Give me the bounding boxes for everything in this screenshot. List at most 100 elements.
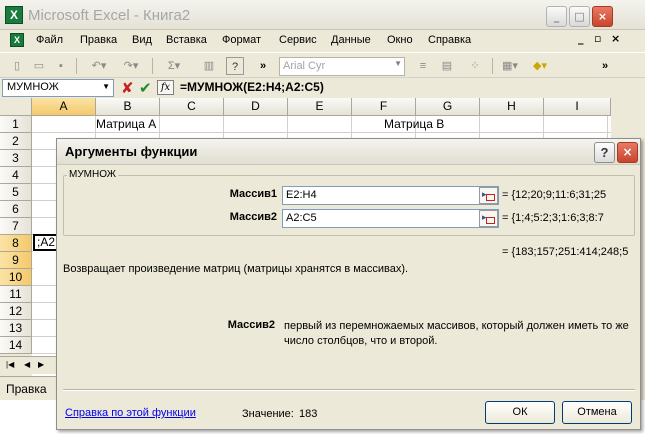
undo-icon[interactable]: ↶▾ [86, 57, 112, 75]
save-icon[interactable]: ▪ [52, 57, 70, 75]
excel-icon: X [5, 6, 23, 24]
workbook-icon[interactable]: X [10, 33, 24, 47]
ok-button[interactable]: ОК [485, 401, 555, 424]
row-header[interactable]: 8 [0, 235, 32, 252]
menu-format[interactable]: Формат [222, 34, 261, 46]
row-header[interactable]: 6 [0, 201, 32, 218]
menu-bar: X Файл Правка Вид Вставка Формат Сервис … [0, 30, 645, 52]
font-name-value: Arial Cyr [283, 60, 326, 72]
menu-window[interactable]: Окно [387, 34, 413, 46]
row-header[interactable]: 3 [0, 150, 32, 167]
dialog-help-button[interactable]: ? [594, 142, 615, 163]
standard-toolbar: ▯ ▭ ▪ ↶▾ ↷▾ Σ▾ ▥ ? » Arial Cyr ▼ ≡ ▤ ⁘ ▦… [0, 52, 645, 78]
redo-icon[interactable]: ↷▾ [118, 57, 144, 75]
value-number: 183 [299, 408, 318, 420]
dialog-title: Аргументы функции [65, 144, 198, 159]
fill-color-icon[interactable]: ◆▾ [528, 57, 552, 75]
toolbar-separator [492, 58, 493, 74]
next-sheet-icon[interactable]: ▶ [38, 360, 44, 369]
dialog-close-button[interactable]: × [617, 142, 638, 163]
column-header[interactable]: G [416, 98, 480, 116]
column-header[interactable]: H [480, 98, 544, 116]
column-header[interactable]: I [544, 98, 611, 116]
select-all-corner[interactable] [0, 98, 32, 116]
formula-input[interactable]: =МУМНОЖ(E2:H4;A2:C5) [180, 80, 324, 94]
arg2-input[interactable]: A2:C5 [282, 209, 499, 228]
menu-insert[interactable]: Вставка [166, 34, 207, 46]
column-headers: A B C D E F G H I [0, 98, 611, 116]
enter-icon[interactable]: ✔ [139, 79, 152, 97]
function-description: Возвращает произведение матриц (матрицы … [63, 263, 409, 275]
merge-icon[interactable]: ▤ [438, 57, 456, 75]
column-header[interactable]: F [352, 98, 416, 116]
collapse-dialog-button-2[interactable]: ▸ [479, 210, 498, 227]
window-title: Microsoft Excel - Книга2 [28, 7, 191, 24]
column-header[interactable]: B [96, 98, 160, 116]
column-header[interactable]: C [160, 98, 224, 116]
sheet-minimize-button[interactable]: _ [578, 32, 584, 45]
minimize-button[interactable]: _ [546, 6, 567, 27]
first-sheet-icon[interactable]: |◀ [6, 360, 14, 369]
row-header[interactable]: 4 [0, 167, 32, 184]
column-header[interactable]: A [32, 98, 96, 116]
row-header[interactable]: 9 [0, 252, 32, 269]
toolbar-separator [152, 58, 153, 74]
row-header[interactable]: 5 [0, 184, 32, 201]
dialog-title-bar[interactable]: Аргументы функции ? × [57, 139, 640, 165]
column-header[interactable]: E [288, 98, 352, 116]
status-mode: Правка [6, 382, 47, 396]
cell-f1[interactable]: Матрица В [384, 117, 444, 131]
arg2-label: Массив2 [229, 211, 277, 223]
decimal-icon[interactable]: ⁘ [466, 57, 484, 75]
insert-function-button[interactable]: fx [157, 80, 174, 95]
menu-view[interactable]: Вид [132, 34, 152, 46]
sheet-close-button[interactable]: × [611, 32, 620, 45]
chart-icon[interactable]: ▥ [200, 57, 218, 75]
row-header[interactable]: 14 [0, 337, 32, 354]
menu-tools[interactable]: Сервис [279, 34, 317, 46]
align-icon[interactable]: ≡ [414, 57, 432, 75]
borders-icon[interactable]: ▦▾ [498, 57, 522, 75]
value-label: Значение: [242, 408, 294, 420]
menu-help[interactable]: Справка [428, 34, 471, 46]
toolbar-more-icon[interactable]: » [256, 57, 270, 75]
cancel-icon[interactable]: ✘ [121, 79, 134, 97]
function-name-label: МУМНОЖ [67, 169, 119, 180]
prev-sheet-icon[interactable]: ◀ [24, 360, 30, 369]
collapse-dialog-button-1[interactable]: ▸ [479, 187, 498, 204]
menu-data[interactable]: Данные [331, 34, 371, 46]
help-link[interactable]: Справка по этой функции [65, 407, 196, 419]
name-box[interactable]: МУМНОЖ ▼ [2, 79, 114, 97]
sheet-restore-button[interactable]: ▫ [594, 32, 601, 45]
autosum-icon[interactable]: Σ▾ [162, 57, 186, 75]
arg1-input[interactable]: E2:H4 [282, 186, 499, 205]
cancel-button[interactable]: Отмена [562, 401, 632, 424]
close-button[interactable]: × [592, 6, 613, 27]
toolbar-more-icon-2[interactable]: » [598, 57, 612, 75]
range-icon [486, 217, 495, 224]
menu-edit[interactable]: Правка [80, 34, 117, 46]
chevron-down-icon: ▼ [394, 59, 402, 68]
column-header[interactable]: D [224, 98, 288, 116]
row-header[interactable]: 1 [0, 116, 32, 133]
chevron-down-icon: ▼ [102, 82, 110, 91]
font-name-select[interactable]: Arial Cyr ▼ [279, 57, 405, 76]
row-header[interactable]: 10 [0, 269, 32, 286]
row-header[interactable]: 11 [0, 286, 32, 303]
cell-b1[interactable]: Матрица А [96, 117, 156, 131]
dialog-divider [63, 389, 635, 391]
row-header[interactable]: 12 [0, 303, 32, 320]
arg-help-text: первый из перемножаемых массивов, которы… [284, 320, 629, 347]
row-header[interactable]: 2 [0, 133, 32, 150]
open-icon[interactable]: ▭ [30, 57, 48, 75]
arg1-label: Массив1 [229, 188, 277, 200]
status-bar: Правка [0, 376, 60, 400]
row-header[interactable]: 13 [0, 320, 32, 337]
maximize-button[interactable]: □ [569, 6, 590, 27]
menu-file[interactable]: Файл [36, 34, 63, 46]
help-icon[interactable]: ? [226, 57, 244, 75]
sheet-tab-bar: |◀ ◀ ▶ [0, 356, 60, 374]
range-icon [486, 194, 495, 201]
new-icon[interactable]: ▯ [8, 57, 26, 75]
row-header[interactable]: 7 [0, 218, 32, 235]
